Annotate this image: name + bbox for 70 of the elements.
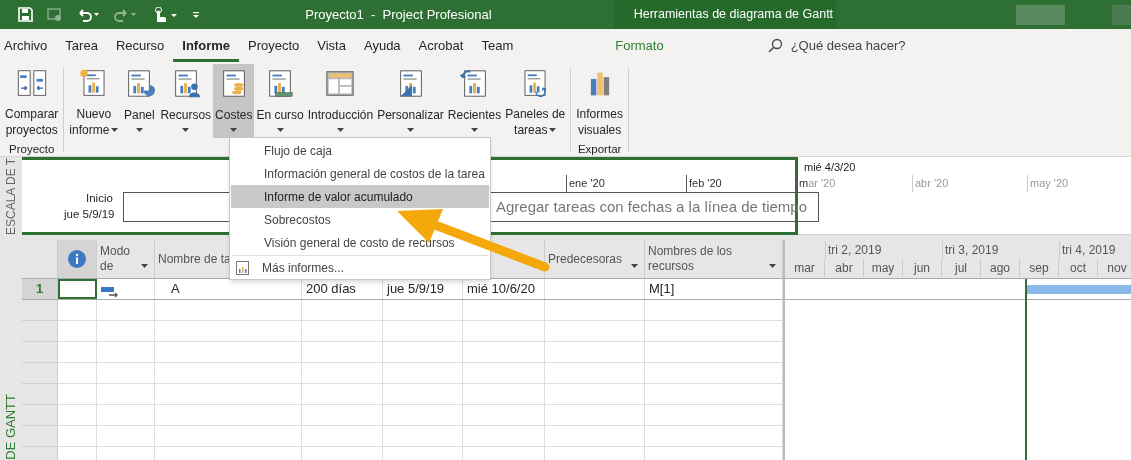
save-icon[interactable] <box>18 7 33 22</box>
ribbon-tab[interactable]: Team <box>472 29 523 62</box>
ribbon-tab[interactable]: Acrobat <box>409 29 473 62</box>
ribbon-tab[interactable]: Tarea <box>56 29 107 62</box>
info-icon <box>68 250 86 268</box>
timescale-label: may '20 <box>1027 175 1069 192</box>
ribbon-button[interactable]: Costes <box>213 64 255 138</box>
menu-item[interactable]: Información general de costos de la tarea <box>231 162 489 185</box>
search-icon <box>766 37 783 54</box>
start-label: Inicio <box>86 191 113 206</box>
today-date: mié 4/3/20 <box>804 160 856 175</box>
group-label: Exportar <box>576 142 623 157</box>
report-icon <box>236 260 249 275</box>
task-mode-icon <box>101 286 119 298</box>
month-label: abr <box>824 259 863 278</box>
month-label: jun <box>902 259 941 278</box>
ribbon-button[interactable]: Introducción <box>305 64 376 138</box>
timescale-label: ar '20 <box>808 176 836 191</box>
month-label: sep <box>1019 259 1058 278</box>
menu-item[interactable]: Más informes... <box>230 257 490 278</box>
menu-item[interactable]: Informe de valor acumulado <box>231 185 489 208</box>
view-side-label: DE GANTT <box>2 394 20 460</box>
ribbon-button[interactable]: Informes visuales <box>574 64 625 138</box>
month-label: ago <box>980 259 1019 278</box>
ribbon-button[interactable]: Recientes <box>445 64 504 138</box>
ribbon-button[interactable]: En curso <box>254 64 306 138</box>
ribbon-button[interactable]: Panel <box>120 64 159 138</box>
ribbon-button[interactable]: Comparar proyectos <box>3 64 61 138</box>
window-icon[interactable] <box>47 7 62 22</box>
redo-icon[interactable] <box>114 7 138 22</box>
blurred-area <box>1111 4 1131 25</box>
month-label: may <box>863 259 902 278</box>
column-header[interactable]: Modo de <box>97 240 155 278</box>
ribbon-tab[interactable]: Archivo <box>0 29 57 62</box>
month-label: oct <box>1058 259 1097 278</box>
undo-icon[interactable] <box>76 7 100 22</box>
row-number[interactable]: 1 <box>22 279 58 299</box>
menu-item[interactable]: Flujo de caja <box>231 139 489 162</box>
ribbon-tab[interactable]: Vista <box>308 29 355 62</box>
group-label: Proyecto <box>8 142 56 157</box>
window-title: Proyecto1 - Project Profesional <box>305 5 492 24</box>
start-date: jue 5/9/19 <box>64 207 115 222</box>
touch-mode-icon[interactable] <box>152 6 178 23</box>
timescale-label: abr '20 <box>912 175 949 192</box>
ribbon-tab[interactable]: Proyecto <box>239 29 309 62</box>
month-label: mar <box>793 260 816 278</box>
timeline-side-label: ESCALA DE T <box>3 157 19 235</box>
ribbon-button[interactable]: Recursos <box>158 64 214 138</box>
blurred-area <box>1016 4 1065 25</box>
customize-toolbar-icon[interactable] <box>192 9 200 20</box>
menu-item[interactable]: Sobrecostos <box>231 208 489 231</box>
month-label: jul <box>941 259 980 278</box>
ribbon-button[interactable]: Paneles de tareas <box>503 64 568 138</box>
column-header[interactable] <box>58 240 97 278</box>
quarter-label: tri 4, 2019 <box>1059 240 1131 259</box>
column-header[interactable]: Predecesoras <box>545 240 645 278</box>
ribbon-button[interactable]: Personalizar <box>375 64 446 138</box>
timescale-label: ene '20 <box>566 175 605 192</box>
quarter-label: tri 3, 2019 <box>942 240 1059 259</box>
timescale-label: feb '20 <box>686 175 722 192</box>
selected-cell <box>58 279 97 299</box>
search-field[interactable]: ¿Qué desea hacer? <box>790 35 991 56</box>
quarter-label: tri 2, 2019 <box>825 240 942 259</box>
ribbon-tab[interactable]: Recurso <box>106 29 174 62</box>
ribbon-button[interactable]: Nuevo informe <box>67 64 121 138</box>
contextual-tab-title: Herramientas de diagrama de Gantt <box>613 0 837 29</box>
ribbon-tab[interactable]: Formato <box>606 29 673 62</box>
timescale-label: m <box>799 176 809 191</box>
ribbon-tab[interactable]: Ayuda <box>354 29 410 62</box>
month-label: nov <box>1097 259 1131 278</box>
